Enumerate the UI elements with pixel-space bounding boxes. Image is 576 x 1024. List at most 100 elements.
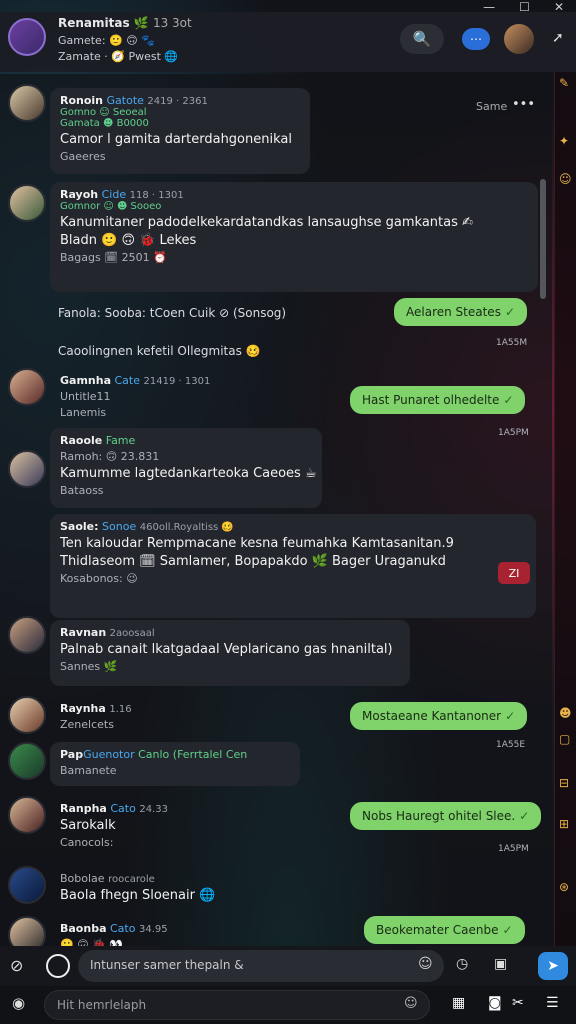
avatar[interactable]: [8, 84, 46, 122]
search-icon[interactable]: 🔍: [400, 24, 444, 54]
profile-avatar[interactable]: [504, 24, 534, 54]
message-text: Baola fhegn Sloenair 🌐: [60, 888, 216, 903]
message-bubble[interactable]: Saole: Sonoe 460oll.Royaltiss 🥴 Ten kalo…: [50, 514, 536, 618]
outgoing-message[interactable]: Beokemater Caenbe ✓: [364, 916, 525, 944]
message-bubble[interactable]: Raoole Fame Ramoh: 🙃 23.831 Kamumme lagt…: [50, 428, 322, 508]
outgoing-time: 1A5PM: [498, 844, 529, 854]
sender-name[interactable]: Raynha: [60, 702, 106, 715]
cut-icon[interactable]: ✂: [512, 995, 524, 1011]
message-bubble[interactable]: Rayoh Cide 118 · 1301 Gomnor ☺ ☻ Sooeo K…: [50, 182, 538, 292]
header-subtitle-2: Zamate · 🧭 Pwest 🌐: [58, 50, 179, 63]
sender-name[interactable]: Bobolae: [60, 872, 105, 885]
message-bubble[interactable]: Ranpha Cato 24.33 Sarokalk Canocols:: [50, 796, 260, 860]
unread-badge[interactable]: ZI: [498, 562, 530, 584]
read-check-icon: ✓: [505, 709, 516, 723]
message-time: 118 · 1301: [129, 190, 184, 201]
message-time: 24.33: [139, 804, 168, 815]
avatar[interactable]: [8, 742, 46, 780]
emoji-icon[interactable]: ☺: [418, 956, 433, 972]
message-bubble[interactable]: Ronoin Gatote 2419 · 2361 Gomno ☺ Seoeal…: [50, 88, 310, 174]
emoji-icon[interactable]: ☺: [404, 996, 418, 1011]
message-list[interactable]: Ronoin Gatote 2419 · 2361 Gomno ☺ Seoeal…: [0, 74, 552, 954]
outgoing-message[interactable]: Aelaren Steates ✓: [394, 298, 528, 326]
message-meta-line: Gamata ☻ B0000: [60, 118, 149, 129]
secondary-input[interactable]: Hit hemrlelaph: [44, 990, 430, 1020]
message-bubble[interactable]: Gamnha Cate 21419 · 1301 Untitle11 Lanem…: [50, 368, 240, 424]
message-footer: Bataoss: [60, 484, 104, 497]
group-avatar[interactable]: [8, 18, 46, 56]
rail-icon-1[interactable]: ✎: [559, 76, 569, 90]
sender-name[interactable]: Rayoh: [60, 188, 98, 201]
attach-icon[interactable]: ⊘: [10, 956, 23, 975]
message-time: 2419 · 2361: [147, 96, 208, 107]
rail-icon-7[interactable]: ⊞: [559, 817, 569, 831]
message-meta-line: Ramoh: 🙃 23.831: [60, 450, 160, 463]
sender-name[interactable]: Baonba: [60, 922, 107, 935]
outgoing-text: Aelaren Steates: [406, 305, 501, 319]
avatar[interactable]: [8, 616, 46, 654]
system-line: Caoolingnen kefetil Ollegmitas 🥴: [58, 344, 261, 358]
sender-name[interactable]: Raoole: [60, 434, 102, 447]
outgoing-message[interactable]: Hast Punaret olhedelte ✓: [350, 386, 526, 414]
gift-icon[interactable]: ▦: [452, 995, 465, 1011]
maximize-button[interactable]: ☐: [519, 0, 530, 14]
chat-title[interactable]: Renamitas 🌿 13 3ot: [58, 16, 192, 30]
sender-tag: Gatote: [106, 94, 144, 107]
voice-chat-icon[interactable]: ⋯: [462, 28, 490, 50]
rail-icon-8[interactable]: ⊛: [559, 880, 569, 894]
rail-icon-3[interactable]: ☺: [559, 172, 572, 186]
message-bubble[interactable]: Raynha 1.16 Zenelcets: [50, 696, 210, 736]
sender-name[interactable]: Ranpha: [60, 802, 107, 815]
message-bubble[interactable]: Bobolae roocarole Baola fhegn Sloenair 🌐: [50, 866, 290, 906]
sender-name[interactable]: Gamnha: [60, 374, 111, 387]
sticker-icon[interactable]: ◙: [488, 995, 502, 1011]
avatar[interactable]: [8, 368, 46, 406]
menu-icon[interactable]: ☰: [546, 995, 559, 1011]
avatar[interactable]: [8, 866, 46, 904]
rail-icon-2[interactable]: ✦: [559, 134, 569, 148]
message-input[interactable]: Intunser samer thepaln &: [78, 950, 444, 982]
message-meta-line: Untitle11: [60, 390, 111, 403]
sender-tag: roocarole: [108, 874, 155, 885]
clock-icon[interactable]: ◷: [456, 956, 468, 972]
message-bubble[interactable]: Baonba Cato 34.95 🙂 🙃 🐞 👀: [50, 916, 290, 951]
message-bubble[interactable]: PapGuenotor Canlo (Ferrtalel Cen Bamanet…: [50, 742, 300, 786]
rail-icon-5[interactable]: ▢: [559, 732, 570, 746]
avatar[interactable]: [8, 796, 46, 834]
message-meta-line: Bamanete: [60, 764, 117, 777]
message-meta-line: Gomnor ☺ ☻ Sooeo: [60, 201, 162, 212]
outgoing-time: 1A55E: [496, 740, 526, 750]
sender-name[interactable]: Saole:: [60, 520, 99, 533]
avatar[interactable]: [8, 696, 46, 734]
share-arrow-icon[interactable]: ➚: [552, 30, 564, 46]
outgoing-time: 1A55M: [496, 338, 528, 348]
send-button[interactable]: ➤: [538, 952, 568, 980]
read-check-icon: ✓: [502, 923, 513, 937]
chat-header: Renamitas 🌿 13 3ot Gamete: 🙂 🙃 🐾 Zamate …: [0, 12, 576, 72]
minimize-button[interactable]: —: [483, 0, 495, 14]
more-options-icon[interactable]: •••: [512, 97, 535, 112]
record-icon[interactable]: [46, 954, 70, 978]
avatar[interactable]: [8, 184, 46, 222]
camera-icon[interactable]: ◉: [12, 994, 25, 1012]
message-text-line2: Bladn 🙂 🙃 🐞 Lekes: [60, 233, 197, 248]
outgoing-message[interactable]: Mostaeane Kantanoner ✓: [350, 702, 528, 730]
outgoing-message[interactable]: Nobs Hauregt ohitel Slee. ✓: [350, 802, 542, 830]
gallery-icon[interactable]: ▣: [494, 956, 507, 972]
sender-name[interactable]: Ronoin: [60, 94, 103, 107]
sender-tag: Cato: [110, 802, 136, 815]
chat-title-text: Renamitas: [58, 16, 130, 30]
message-text: Camor l gamita darterdahgonenikal: [60, 132, 292, 147]
message-footer: Gaeeres: [60, 150, 106, 163]
rail-icon-6[interactable]: ⊟: [559, 776, 569, 790]
scrollbar[interactable]: [540, 179, 546, 299]
close-button[interactable]: ✕: [554, 0, 564, 14]
message-time: 2aoosaal: [109, 628, 155, 639]
message-bubble[interactable]: Ravnan 2aoosaal Palnab canait lkatgadaal…: [50, 620, 410, 686]
message-time: 1.16: [109, 704, 132, 715]
secondary-composer: ◉ Hit hemrlelaph ☺ ▦ ◙ ✂ ☰: [0, 986, 576, 1024]
rail-icon-4[interactable]: ☻: [559, 706, 572, 720]
avatar[interactable]: [8, 450, 46, 488]
sender-name[interactable]: Pap: [60, 748, 83, 761]
sender-name[interactable]: Ravnan: [60, 626, 106, 639]
